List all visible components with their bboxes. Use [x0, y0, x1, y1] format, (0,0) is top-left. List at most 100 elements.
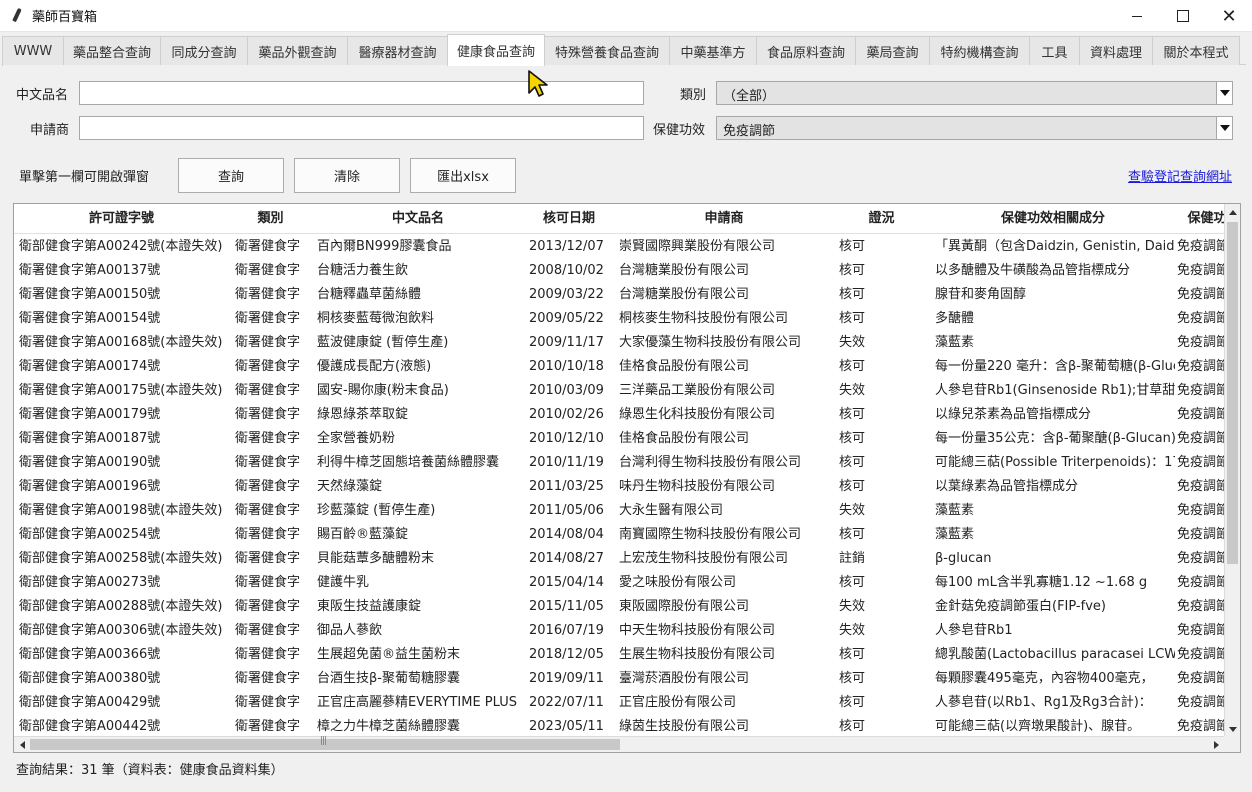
table-cell[interactable]: 衛署健食字第A00150號	[19, 283, 227, 307]
tab-3[interactable]: 藥品外觀查詢	[247, 36, 348, 66]
category-select[interactable]: （全部）	[716, 81, 1233, 105]
table-row[interactable]: 衛署健食字第A00154號 衛署健食字 桐核麥藍莓微泡飲料 2009/05/22 桐核麥…	[14, 307, 1224, 331]
column-header-4[interactable]: 申請商	[614, 204, 834, 234]
table-cell[interactable]: 衛部健食字第A00442號	[19, 715, 227, 737]
table-row[interactable]: 衛部健食字第A00288號(本證失效) 衛署健食字 東阪生技益護康錠 2015/11/…	[14, 595, 1224, 619]
table-row[interactable]: 衛署健食字第A00190號 衛署健食字 利得牛樟芝固態培養菌絲體膠囊 2010/11/…	[14, 451, 1224, 475]
table-row[interactable]: 衛署健食字第A00179號 衛署健食字 綠恩綠茶萃取錠 2010/02/26 綠恩生化科…	[14, 403, 1224, 427]
table-row[interactable]: 衛署健食字第A00175號(本證失效) 衛署健食字 國安-賜你康(粉末食品) 2010…	[14, 379, 1224, 403]
table-row[interactable]: 衛署健食字第A00174號 衛署健食字 優護成長配方(液態) 2010/10/18 佳格…	[14, 355, 1224, 379]
tab-1[interactable]: 藥品整合查詢	[63, 36, 161, 66]
tab-9[interactable]: 藥局查詢	[855, 36, 930, 66]
table-row[interactable]: 衛署健食字第A00137號 衛署健食字 台糖活力養生飲 2008/10/02 台灣糖業股…	[14, 259, 1224, 283]
table-cell: 免疫調節	[1177, 359, 1224, 374]
table-cell: 衛署健食字	[235, 335, 301, 350]
scroll-up-icon[interactable]	[1225, 204, 1240, 220]
table-cell: 大家優藻生物科技股份有限公司	[619, 335, 802, 350]
table-cell: 免疫調節	[1177, 647, 1224, 662]
table-cell[interactable]: 衛署健食字第A00179號	[19, 403, 227, 427]
tab-13[interactable]: 關於本程式	[1152, 36, 1240, 66]
column-header-3[interactable]: 核可日期	[524, 204, 614, 234]
table-cell: 免疫調節	[1177, 431, 1224, 446]
scroll-left-icon[interactable]	[14, 737, 30, 752]
column-header-6[interactable]: 保健功效相關成分	[929, 204, 1177, 234]
tab-8[interactable]: 食品原料查詢	[756, 36, 856, 66]
column-header-2[interactable]: 中文品名	[312, 204, 524, 234]
tab-2[interactable]: 同成分查詢	[160, 36, 248, 66]
column-header-1[interactable]: 類別	[229, 204, 312, 234]
tab-5[interactable]: 健康食品查詢	[447, 34, 545, 66]
horizontal-scroll-thumb[interactable]	[30, 736, 620, 750]
vertical-scrollbar[interactable]	[1224, 204, 1240, 737]
table-cell[interactable]: 衛部健食字第A00429號	[19, 691, 227, 715]
table-cell: 2011/03/25	[529, 479, 604, 494]
table-cell: 失效	[839, 383, 866, 398]
table-cell: 珍藍藻錠 (暫停生產)	[317, 503, 436, 518]
maximize-button[interactable]	[1160, 0, 1206, 32]
table-row[interactable]: 衛署健食字第A00150號 衛署健食字 台糖釋蟲草菌絲體 2009/03/22 台灣糖業…	[14, 283, 1224, 307]
table-row[interactable]: 衛部健食字第A00429號 衛署健食字 正官庄高麗蔘精EVERYTIME PLUS 2…	[14, 691, 1224, 715]
scroll-down-icon[interactable]	[1225, 721, 1240, 737]
table-row[interactable]: 衛部健食字第A00366號 衛署健食字 生展超免菌®益生菌粉末 2018/12/05 生…	[14, 643, 1224, 667]
scroll-right-icon[interactable]	[1208, 737, 1224, 752]
table-cell[interactable]: 衛署健食字第A00137號	[19, 259, 227, 283]
table-row[interactable]: 衛署健食字第A00187號 衛署健食字 全家營養奶粉 2010/12/10 佳格食品股份…	[14, 427, 1224, 451]
table-cell[interactable]: 衛署健食字第A00175號(本證失效)	[19, 379, 227, 403]
table-cell: 綠恩生化科技股份有限公司	[619, 407, 776, 422]
table-row[interactable]: 衛部健食字第A00442號 衛署健食字 樟之力牛樟芝菌絲體膠囊 2023/05/11 綠…	[14, 715, 1224, 737]
table-row[interactable]: 衛部健食字第A00254號 衛署健食字 賜百齡®藍藻錠 2014/08/04 南寶國際生…	[14, 523, 1224, 547]
table-cell[interactable]: 衛部健食字第A00288號(本證失效)	[19, 595, 227, 619]
table-cell[interactable]: 衛部健食字第A00242號(本證失效)	[19, 235, 227, 259]
minimize-button[interactable]	[1114, 0, 1160, 32]
table-row[interactable]: 衛部健食字第A00380號 衛署健食字 台酒生技β-聚葡萄糖膠囊 2019/09/11…	[14, 667, 1224, 691]
table-row[interactable]: 衛部健食字第A00258號(本證失效) 衛署健食字 貝能菇蕈多醣體粉末 2014/08…	[14, 547, 1224, 571]
close-button[interactable]: ✕	[1206, 0, 1252, 32]
table-cell[interactable]: 衛署健食字第A00168號(本證失效)	[19, 331, 227, 355]
column-header-0[interactable]: 許可證字號	[14, 204, 229, 234]
table-cell[interactable]: 衛部健食字第A00258號(本證失效)	[19, 547, 227, 571]
table-cell[interactable]: 衛署健食字第A00196號	[19, 475, 227, 499]
table-cell: 腺苷和麥角固醇	[935, 287, 1027, 302]
table-row[interactable]: 衛部健食字第A00306號(本證失效) 衛署健食字 御品人蔘飲 2016/07/19 中…	[14, 619, 1224, 643]
registration-query-link[interactable]: 查驗登記查詢網址	[1128, 166, 1232, 185]
name-input[interactable]	[79, 81, 644, 105]
clear-button[interactable]: 清除	[294, 158, 400, 193]
table-cell[interactable]: 衛部健食字第A00366號	[19, 643, 227, 667]
table-cell: 核可	[839, 407, 866, 422]
horizontal-scrollbar[interactable]	[14, 736, 1240, 752]
table-cell[interactable]: 衛部健食字第A00380號	[19, 667, 227, 691]
function-select[interactable]: 免疫調節	[716, 116, 1233, 140]
table-cell: 衛署健食字	[235, 551, 301, 566]
tab-12[interactable]: 資料處理	[1079, 36, 1153, 66]
tab-7[interactable]: 中藥基準方	[669, 36, 757, 66]
tab-6[interactable]: 特殊營養食品查詢	[544, 36, 670, 66]
table-row[interactable]: 衛部健食字第A00242號(本證失效) 衛署健食字 百內爾BN999膠囊食品 2013…	[14, 235, 1224, 259]
table-row[interactable]: 衛署健食字第A00168號(本證失效) 衛署健食字 藍波健康錠 (暫停生產) 2009…	[14, 331, 1224, 355]
table-row[interactable]: 衛部健食字第A00273號 衛署健食字 健護牛乳 2015/04/14 愛之味股份有限公…	[14, 571, 1224, 595]
query-button[interactable]: 查詢	[178, 158, 284, 193]
tab-4[interactable]: 醫療器材查詢	[347, 36, 448, 66]
tab-10[interactable]: 特約機構查詢	[929, 36, 1030, 66]
tab-0[interactable]: WWW	[2, 36, 64, 66]
table-cell[interactable]: 衛署健食字第A00187號	[19, 427, 227, 451]
table-cell[interactable]: 衛署健食字第A00174號	[19, 355, 227, 379]
table-cell[interactable]: 衛部健食字第A00254號	[19, 523, 227, 547]
table-cell[interactable]: 衛部健食字第A00273號	[19, 571, 227, 595]
table-cell: 2011/05/06	[529, 503, 604, 518]
table-cell: 每100 mL含半乳寡糖1.12 ~1.68 g	[935, 575, 1148, 590]
table-row[interactable]: 衛署健食字第A00198號(本證失效) 衛署健食字 珍藍藻錠 (暫停生產) 2011/…	[14, 499, 1224, 523]
export-xlsx-button[interactable]: 匯出xlsx	[410, 158, 516, 193]
table-cell[interactable]: 衛部健食字第A00306號(本證失效)	[19, 619, 227, 643]
table-row[interactable]: 衛署健食字第A00196號 衛署健食字 天然綠藻錠 2011/03/25 味丹生物科技股…	[14, 475, 1224, 499]
table-cell: 衛署健食字	[235, 407, 301, 422]
table-cell[interactable]: 衛署健食字第A00154號	[19, 307, 227, 331]
table-cell[interactable]: 衛署健食字第A00190號	[19, 451, 227, 475]
vertical-scroll-thumb[interactable]	[1227, 222, 1238, 564]
column-header-5[interactable]: 證況	[834, 204, 929, 234]
applicant-input[interactable]	[79, 116, 644, 140]
table-cell: 免疫調節	[1177, 335, 1224, 350]
chevron-down-icon[interactable]	[1216, 82, 1232, 104]
tab-11[interactable]: 工具	[1029, 36, 1080, 66]
table-cell[interactable]: 衛署健食字第A00198號(本證失效)	[19, 499, 227, 523]
chevron-down-icon[interactable]	[1216, 117, 1232, 139]
